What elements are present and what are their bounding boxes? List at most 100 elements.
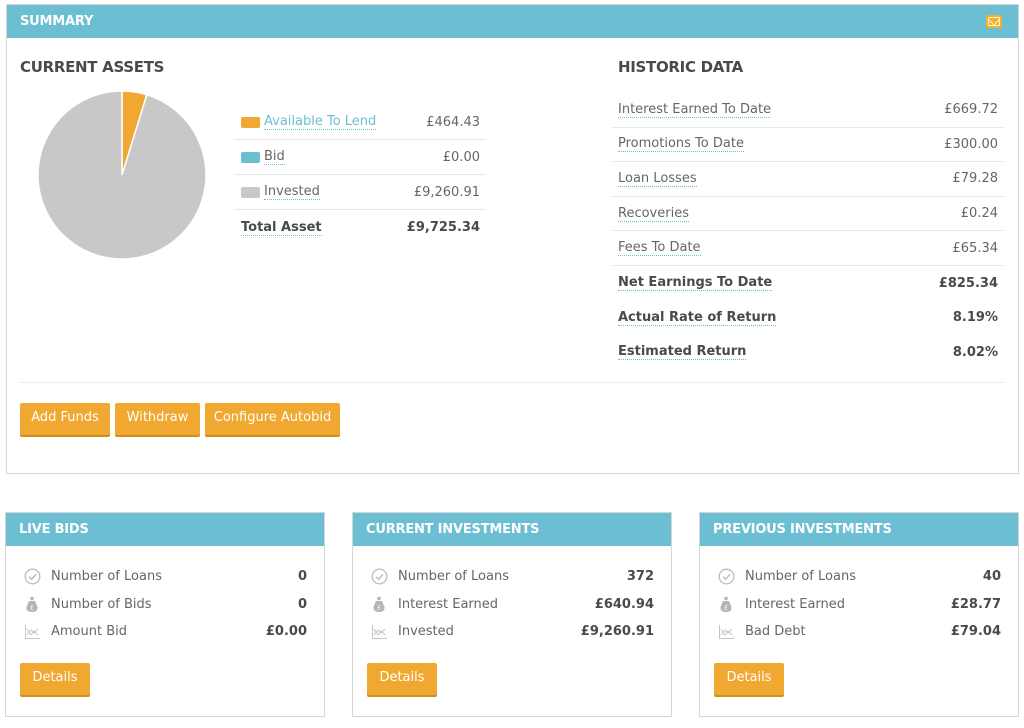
assets-legend: Available To Lend £464.43 Bid £0.00 Inve…: [234, 105, 486, 245]
historic-label: Loan Losses: [618, 170, 697, 187]
money-bag-icon: £: [717, 595, 735, 613]
card-row-value: 40: [982, 569, 1001, 585]
invested-label: Invested: [264, 184, 320, 200]
card-row: £ Interest Earned £640.94: [370, 591, 654, 619]
actual-return-label: Actual Rate of Return: [618, 309, 777, 326]
current-assets-title: CURRENT ASSETS: [20, 58, 165, 76]
historic-label: Interest Earned To Date: [618, 101, 772, 118]
historic-row: Loan Losses £79.28: [612, 162, 1004, 197]
card-row-value: 0: [297, 569, 307, 585]
historic-value: £0.24: [960, 206, 998, 222]
historic-value: £669.72: [944, 102, 998, 118]
previous-investments-details-button[interactable]: Details: [714, 663, 784, 695]
check-circle-icon: [717, 568, 735, 586]
card-row: Amount Bid £0.00: [23, 618, 307, 646]
total-asset-value: £9,725.34: [406, 220, 480, 235]
historic-row-net-earnings: Net Earnings To Date £825.34: [612, 266, 1004, 301]
card-row-label: Number of Loans: [745, 569, 856, 585]
card-header: PREVIOUS INVESTMENTS: [700, 513, 1018, 546]
historic-row: Fees To Date £65.34: [612, 231, 1004, 266]
card-row-label: Bad Debt: [745, 624, 806, 640]
card-row: Bad Debt £79.04: [717, 618, 1001, 646]
net-earnings-label: Net Earnings To Date: [618, 275, 773, 292]
estimated-return-value: 8.02%: [952, 344, 998, 360]
check-circle-icon: [23, 568, 41, 586]
historic-row-actual-return: Actual Rate of Return 8.19%: [612, 301, 1004, 336]
historic-data-title: HISTORIC DATA: [618, 58, 743, 76]
card-row-label: Amount Bid: [51, 624, 128, 640]
historic-label: Promotions To Date: [618, 136, 744, 153]
net-earnings-value: £825.34: [938, 275, 998, 291]
pie-slice-invested: [37, 90, 207, 260]
card-row-label: Number of Bids: [51, 596, 152, 612]
previous-investments-card: PREVIOUS INVESTMENTS Number of Loans 40 £…: [699, 512, 1019, 717]
legend-row-bid: Bid £0.00: [234, 140, 486, 175]
chart-icon: [717, 623, 735, 641]
available-to-lend-link[interactable]: Available To Lend: [264, 114, 377, 130]
current-investments-card: CURRENT INVESTMENTS Number of Loans 372 £…: [352, 512, 672, 717]
legend-row-available: Available To Lend £464.43: [234, 105, 486, 140]
card-row: Number of Loans 40: [717, 563, 1001, 591]
card-row-value: £640.94: [594, 596, 654, 612]
live-bids-card: LIVE BIDS Number of Loans 0 £ Number of Bi…: [5, 512, 325, 717]
bid-label: Bid: [264, 149, 285, 165]
card-row: Invested £9,260.91: [370, 618, 654, 646]
money-bag-icon: £: [370, 595, 388, 613]
historic-value: £65.34: [952, 240, 999, 256]
envelope-icon[interactable]: [986, 15, 1002, 28]
historic-label: Fees To Date: [618, 240, 701, 257]
check-circle-icon: [370, 568, 388, 586]
live-bids-details-button[interactable]: Details: [20, 663, 90, 695]
withdraw-button[interactable]: Withdraw: [115, 403, 200, 435]
historic-value: £300.00: [944, 136, 998, 152]
card-row-value: 372: [626, 569, 654, 585]
total-asset-label: Total Asset: [241, 219, 322, 236]
card-row: £ Interest Earned £28.77: [717, 591, 1001, 619]
summary-divider: [20, 382, 1005, 383]
card-row-value: £0.00: [265, 624, 307, 640]
legend-row-invested: Invested £9,260.91: [234, 175, 486, 210]
available-to-lend-value: £464.43: [426, 114, 480, 130]
svg-text:£: £: [724, 604, 728, 611]
card-row: Number of Loans 0: [23, 563, 307, 591]
card-row-label: Number of Loans: [398, 569, 509, 585]
historic-data-table: Interest Earned To Date £669.72 Promotio…: [612, 93, 1004, 370]
summary-header: SUMMARY: [7, 5, 1018, 38]
estimated-return-label: Estimated Return: [618, 344, 747, 361]
summary-panel: SUMMARY CURRENT ASSETS Available To Lend…: [6, 4, 1019, 474]
svg-text:£: £: [30, 604, 34, 611]
chart-icon: [370, 623, 388, 641]
svg-text:£: £: [377, 604, 381, 611]
card-row-value: £9,260.91: [580, 624, 654, 640]
invested-value: £9,260.91: [413, 184, 480, 200]
card-header: CURRENT INVESTMENTS: [353, 513, 671, 546]
historic-row: Interest Earned To Date £669.72: [612, 93, 1004, 128]
card-header: LIVE BIDS: [6, 513, 324, 546]
bid-value: £0.00: [442, 149, 480, 165]
card-row-label: Invested: [398, 624, 454, 640]
card-row-value: £79.04: [950, 624, 1001, 640]
legend-swatch-available: [241, 116, 260, 128]
card-row-label: Interest Earned: [745, 596, 846, 612]
historic-row: Recoveries £0.24: [612, 197, 1004, 232]
card-row: £ Number of Bids 0: [23, 591, 307, 619]
legend-row-total: Total Asset £9,725.34: [234, 210, 486, 245]
card-row-label: Interest Earned: [398, 596, 499, 612]
historic-value: £79.28: [952, 171, 999, 187]
summary-title: SUMMARY: [20, 14, 94, 29]
configure-autobid-button[interactable]: Configure Autobid: [205, 403, 340, 435]
money-bag-icon: £: [23, 595, 41, 613]
card-row-value: 0: [297, 596, 307, 612]
current-investments-details-button[interactable]: Details: [367, 663, 437, 695]
card-row-label: Number of Loans: [51, 569, 162, 585]
assets-pie-chart: [37, 90, 207, 260]
chart-icon: [23, 623, 41, 641]
legend-swatch-bid: [241, 151, 260, 163]
legend-swatch-invested: [241, 186, 260, 198]
historic-row-estimated-return: Estimated Return 8.02%: [612, 335, 1004, 370]
historic-row: Promotions To Date £300.00: [612, 128, 1004, 163]
add-funds-button[interactable]: Add Funds: [20, 403, 110, 435]
actual-return-value: 8.19%: [952, 310, 998, 326]
historic-label: Recoveries: [618, 205, 689, 222]
card-row-value: £28.77: [950, 596, 1001, 612]
